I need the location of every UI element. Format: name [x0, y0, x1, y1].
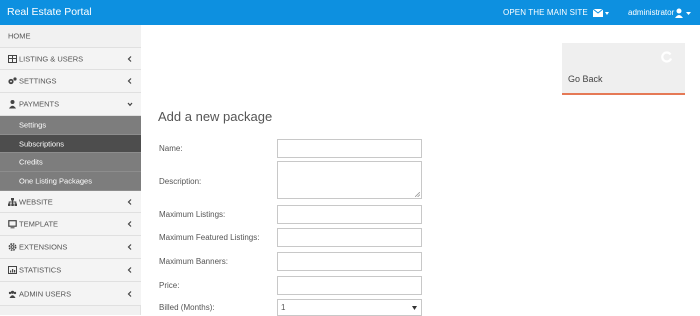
sidebar-item-listing-users[interactable]: LISTING & USERS: [0, 48, 141, 70]
resize-handle-icon[interactable]: [415, 192, 420, 197]
sidebar-item-settings[interactable]: SETTINGS: [0, 70, 141, 93]
sidebar-item-label: TEMPLATE: [19, 219, 59, 229]
users-icon: [8, 290, 17, 298]
mail-dropdown[interactable]: [592, 7, 610, 19]
description-textarea[interactable]: [277, 161, 422, 199]
sidebar-subitem-label: Settings: [19, 120, 47, 130]
monitor-icon: [8, 220, 17, 229]
sidebar-item-extensions[interactable]: EXTENSIONS: [0, 236, 141, 259]
price-input[interactable]: [277, 276, 422, 295]
top-navbar: Real Estate Portal OPEN THE MAIN SITE ad…: [0, 0, 700, 25]
sidebar-item-payments[interactable]: PAYMENTS: [0, 93, 141, 116]
sidebar-subitem-label: Subscriptions: [19, 139, 65, 148]
user-dropdown[interactable]: [675, 7, 695, 19]
page-title: Add a new package: [158, 109, 273, 124]
user-icon: [9, 100, 16, 109]
billed-months-value: 1: [281, 303, 286, 312]
chevron-left-icon: [127, 290, 132, 297]
name-input[interactable]: [277, 139, 422, 158]
sidebar-item-home[interactable]: HOME: [0, 25, 141, 48]
chevron-left-icon: [127, 267, 132, 273]
user-menu-name[interactable]: administrator: [628, 8, 674, 17]
sidebar-item-admin-users[interactable]: ADMIN USERS: [0, 282, 141, 306]
billed-months-select[interactable]: 1: [277, 299, 422, 316]
max-listings-label: Maximum Listings:: [159, 210, 226, 219]
sidebar-item-statistics[interactable]: STATISTICS: [0, 259, 141, 282]
sidebar-item-label: LISTING & USERS: [19, 54, 84, 63]
sidebar-item-label: SETTINGS: [19, 76, 57, 86]
envelope-icon: [592, 8, 609, 17]
sidebar-item-label: WEBSITE: [19, 197, 53, 206]
max-featured-listings-input[interactable]: [277, 228, 422, 247]
sidebar-item-website[interactable]: WEBSITE: [0, 191, 141, 213]
sidebar-item-template[interactable]: TEMPLATE: [0, 213, 141, 236]
gears-icon: [8, 77, 17, 85]
refresh-icon: [661, 51, 673, 63]
max-banners-label: Maximum Banners:: [159, 257, 228, 266]
open-main-site-link[interactable]: OPEN THE MAIN SITE: [503, 8, 588, 17]
brand-title[interactable]: Real Estate Portal: [7, 6, 92, 18]
sidebar-item-label: HOME: [8, 31, 31, 41]
max-banners-input[interactable]: [277, 252, 422, 271]
sidebar-subitem-label: One Listing Packages: [19, 176, 92, 186]
sidebar-item-label: PAYMENTS: [19, 99, 60, 109]
sidebar-subitem-label: Credits: [19, 157, 43, 167]
sidebar-item-label: EXTENSIONS: [19, 242, 68, 252]
max-listings-input[interactable]: [277, 205, 422, 224]
sidebar-subitem-credits[interactable]: Credits: [0, 153, 141, 172]
sidebar: HOME LISTING & USERS SETTINGS PAYMENTS S…: [0, 25, 141, 315]
go-back-button[interactable]: Go Back: [562, 43, 685, 95]
user-icon: [675, 8, 691, 18]
chart-icon: [8, 266, 17, 274]
cog-icon: [8, 243, 17, 251]
sidebar-subitem-subscriptions[interactable]: Subscriptions: [0, 135, 141, 153]
billed-months-label: Billed (Months):: [159, 303, 215, 312]
price-label: Price:: [159, 281, 180, 290]
sitemap-icon: [8, 197, 17, 206]
chevron-left-icon: [127, 198, 132, 205]
max-featured-listings-label: Maximum Featured Listings:: [159, 233, 260, 242]
chevron-left-icon: [127, 221, 132, 227]
name-label: Name:: [159, 144, 183, 153]
sidebar-item-label: ADMIN USERS: [19, 289, 72, 298]
caret-down-icon: [412, 306, 417, 310]
sidebar-subitem-settings[interactable]: Settings: [0, 116, 141, 135]
sidebar-subitem-one-listing-packages[interactable]: One Listing Packages: [0, 172, 141, 191]
chevron-left-icon: [127, 244, 132, 250]
go-back-label: Go Back: [568, 74, 603, 84]
description-label: Description:: [159, 177, 202, 186]
sidebar-item-label: STATISTICS: [19, 265, 62, 275]
table-icon: [8, 54, 17, 63]
chevron-down-icon: [127, 102, 133, 107]
chevron-left-icon: [127, 55, 132, 62]
chevron-left-icon: [127, 78, 132, 84]
